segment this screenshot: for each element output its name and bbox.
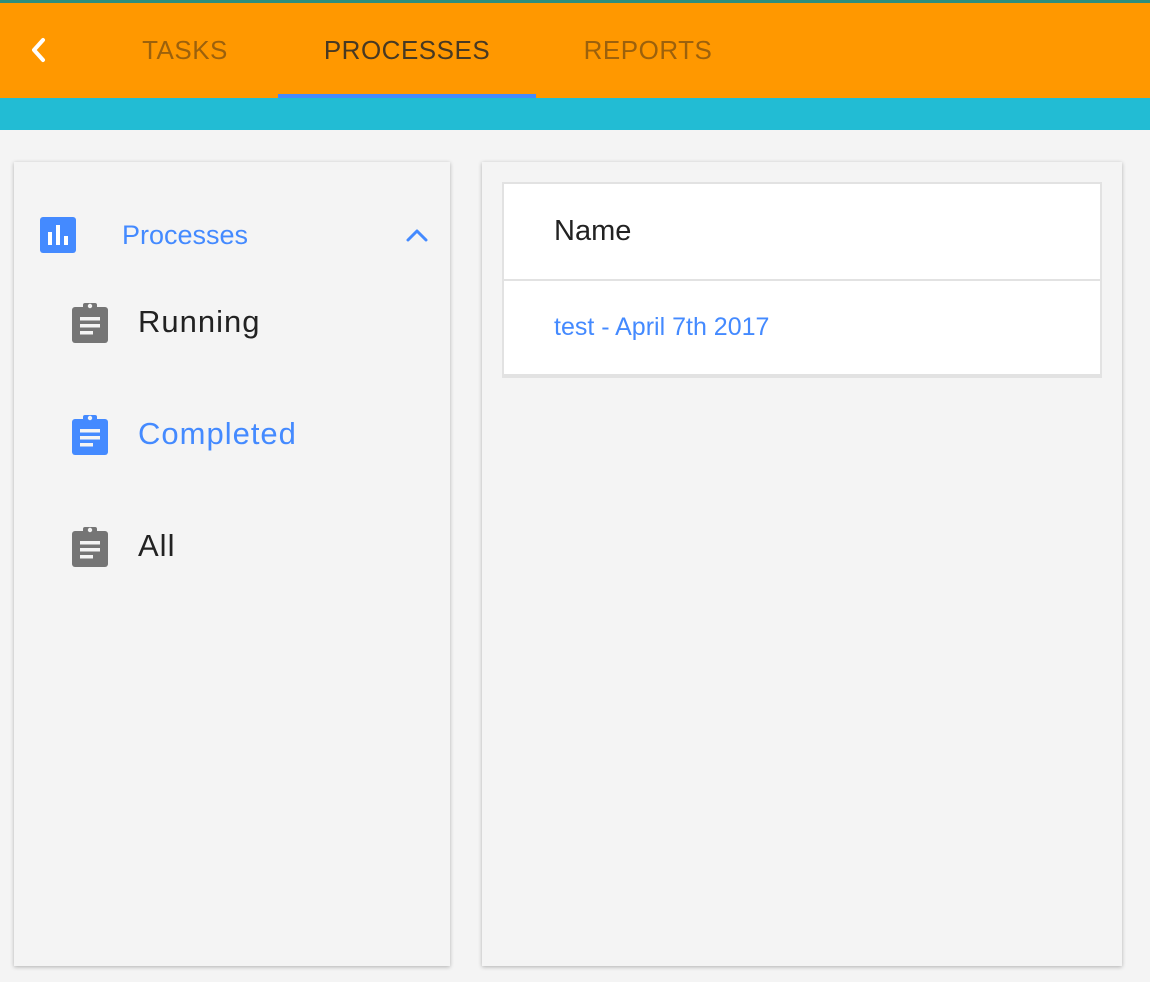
table-header-name[interactable]: Name xyxy=(504,184,1100,281)
sidebar-group-processes[interactable]: Processes xyxy=(40,216,430,254)
process-table: Name test - April 7th 2017 xyxy=(502,182,1102,378)
sub-toolbar xyxy=(0,98,1150,130)
tab-processes[interactable]: PROCESSES xyxy=(278,3,536,98)
bar-chart-icon xyxy=(40,217,76,253)
sidebar-item-label: All xyxy=(138,528,176,563)
tab-tasks[interactable]: TASKS xyxy=(110,3,260,98)
sidebar-group-label: Processes xyxy=(122,219,249,250)
clipboard-icon xyxy=(72,527,108,567)
table-row[interactable]: test - April 7th 2017 xyxy=(504,281,1100,373)
sidebar-item-label: Running xyxy=(138,304,261,339)
sidebar-item-running[interactable]: Running xyxy=(72,298,412,346)
chevron-left-icon xyxy=(32,38,45,62)
sidebar-panel: Processes Running Completed All xyxy=(14,162,450,966)
main-panel: Name test - April 7th 2017 xyxy=(482,162,1122,966)
sidebar-item-all[interactable]: All xyxy=(72,522,412,570)
clipboard-icon xyxy=(72,415,108,455)
sidebar-item-label: Completed xyxy=(138,416,297,451)
sidebar-item-completed[interactable]: Completed xyxy=(72,410,412,458)
tab-reports[interactable]: REPORTS xyxy=(560,3,736,98)
top-app-bar: TASKS PROCESSES REPORTS xyxy=(0,0,1150,98)
clipboard-icon xyxy=(72,303,108,343)
back-button[interactable] xyxy=(22,33,56,67)
chevron-up-icon[interactable] xyxy=(404,222,430,248)
